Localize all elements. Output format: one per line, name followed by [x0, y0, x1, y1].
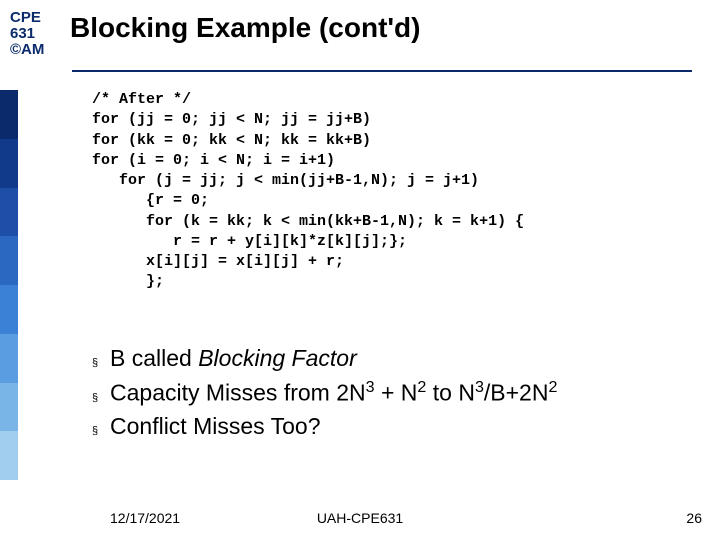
course-line1: CPE — [10, 10, 60, 26]
footer-center: UAH-CPE631 — [0, 510, 720, 526]
title-rule — [72, 70, 692, 72]
bullet-icon: § — [92, 392, 110, 404]
bullet-list: § B called Blocking Factor § Capacity Mi… — [92, 345, 692, 446]
bullet-icon: § — [92, 357, 110, 369]
slide-title: Blocking Example (cont'd) — [70, 12, 420, 44]
bullet-text: Conflict Misses Too? — [110, 413, 321, 440]
code-block: /* After */ for (jj = 0; jj < N; jj = jj… — [92, 90, 692, 293]
bullet-icon: § — [92, 425, 110, 437]
bullet-text: B called Blocking Factor — [110, 345, 357, 372]
list-item: § B called Blocking Factor — [92, 345, 692, 372]
decorative-stripes — [0, 90, 18, 480]
page-number: 26 — [686, 510, 702, 526]
course-line3: ©AM — [10, 42, 60, 58]
course-line2: 631 — [10, 26, 60, 42]
slide-footer: 12/17/2021 UAH-CPE631 26 — [0, 506, 720, 526]
list-item: § Capacity Misses from 2N3 + N2 to N3/B+… — [92, 378, 692, 407]
list-item: § Conflict Misses Too? — [92, 413, 692, 440]
slide-header: CPE 631 ©AM Blocking Example (cont'd) — [10, 10, 710, 57]
course-code: CPE 631 ©AM — [10, 10, 60, 57]
bullet-text: Capacity Misses from 2N3 + N2 to N3/B+2N… — [110, 378, 557, 407]
